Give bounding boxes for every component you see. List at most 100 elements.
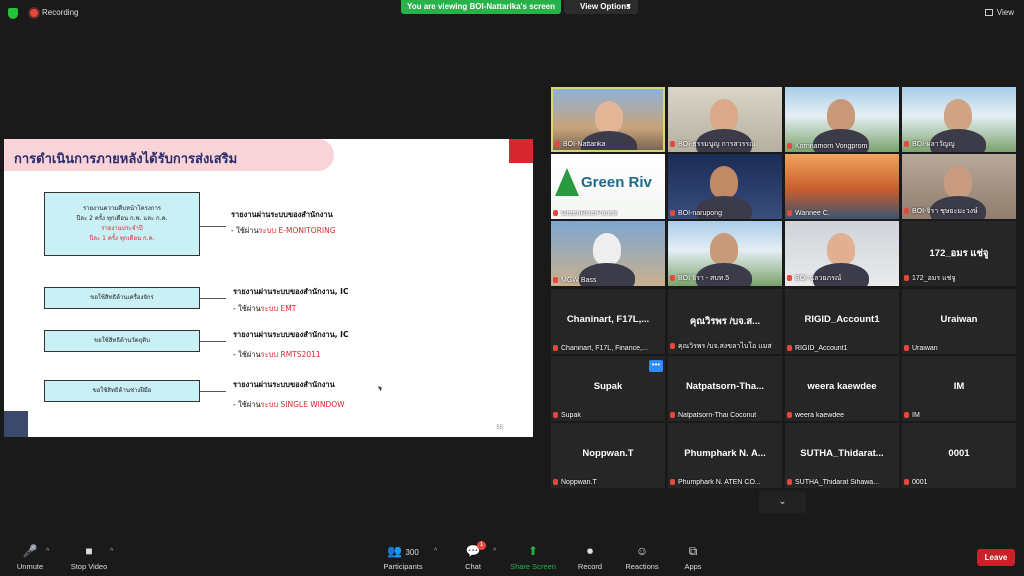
participant-name: Supak <box>561 412 581 419</box>
meeting-toolbar: 🎤 Unmute ^ ■ Stop Video ^ 👥 300 Participant… <box>0 538 1024 576</box>
record-button[interactable]: ⏺ Record <box>560 544 620 571</box>
participant-name: Kornnamorn Vongprom <box>795 143 868 150</box>
participant-tile[interactable]: Phumphark N. A... Phumphark N. ATEN CO... <box>668 423 782 488</box>
participant-tile[interactable]: Natpatsorn-Tha... Natpatsorn-Thai Coconut <box>668 356 782 421</box>
participant-caption: Supak <box>553 412 581 419</box>
slide-box-progress-report: รายงานความคืบหน้าโครงการ ปีละ 2 ครั้ง ทุ… <box>44 192 200 256</box>
video-options-caret-icon[interactable]: ^ <box>110 548 113 555</box>
chat-label: Chat <box>465 562 481 571</box>
r3-sub-prefix: - ใช้ผ่าน <box>233 350 261 359</box>
participants-button[interactable]: 👥 300 Participants <box>373 544 433 571</box>
audio-options-caret-icon[interactable]: ^ <box>46 548 49 555</box>
r1-sub-system: ระบบ E-MONITORING <box>258 226 336 235</box>
microphone-muted-icon <box>553 479 558 485</box>
participant-name: BOI-narupong <box>678 210 722 217</box>
microphone-muted-icon <box>904 345 909 351</box>
participant-tile[interactable]: คุณวิรพร /บจ.ส... คุณวิรพร /บจ.สงขลาไบโอ … <box>668 289 782 354</box>
recording-icon <box>30 9 38 17</box>
participant-name-display: RIGID_Account1 <box>804 314 880 325</box>
view-options-button[interactable]: View Options ▼ <box>564 0 638 14</box>
participant-face <box>710 99 738 131</box>
participant-caption: BOI-ผลาวัญญู <box>904 139 955 150</box>
video-tile[interactable]: BOI-ผลาวัญญู <box>902 87 1016 152</box>
microphone-muted-icon <box>553 277 558 283</box>
apps-icon: ⧉ <box>688 544 698 558</box>
chat-badge: 1 <box>477 541 486 550</box>
participant-name: 172_อมร แช่จู <box>912 275 956 282</box>
participant-name: Phumphark N. ATEN CO... <box>678 479 761 486</box>
participant-face <box>710 233 738 265</box>
participant-caption: Natpatsorn-Thai Coconut <box>670 412 756 419</box>
reactions-label: Reactions <box>625 562 659 571</box>
participant-tile[interactable]: weera kaewdee weera kaewdee <box>785 356 899 421</box>
box3-label: ขอใช้สิทธิด้านวัตถุดิบ <box>94 337 150 344</box>
video-tile[interactable]: BOI-Nattarika <box>551 87 665 152</box>
r2-sub-system: ระบบ EMT <box>260 304 297 313</box>
tile-more-options-button[interactable]: ••• <box>649 360 663 372</box>
participant-tile[interactable]: SUTHA_Thidarat... SUTHA_Thidarat Sihawa..… <box>785 423 899 488</box>
connector-line <box>200 391 226 392</box>
video-tile[interactable]: BOI-ธรรมนูญ การสวรรณ <box>668 87 782 152</box>
security-shield-icon[interactable] <box>8 8 18 19</box>
video-tile[interactable]: 172_อมร แช่จู 172_อมร แช่จู <box>902 221 1016 286</box>
participant-face <box>944 166 972 198</box>
r4-sub-prefix: - ใช้ผ่าน <box>233 400 261 409</box>
apps-button[interactable]: ⧉ Apps <box>663 544 723 571</box>
participant-tile[interactable]: RIGID_Account1 RIGID_Account1 <box>785 289 899 354</box>
r1-sub-prefix: - ใช้ผ่าน <box>231 226 259 235</box>
microphone-muted-icon <box>670 141 675 147</box>
participant-tile[interactable]: IM IM <box>902 356 1016 421</box>
participant-tile[interactable]: Noppwan.T Noppwan.T <box>551 423 665 488</box>
microphone-muted-icon <box>904 141 909 147</box>
video-tile[interactable]: Wannee C. <box>785 154 899 219</box>
participants-count: 300 <box>405 548 419 557</box>
participant-caption: Wannee C. <box>787 210 830 217</box>
participant-face <box>595 101 623 133</box>
participant-name-display: SUTHA_Thidarat... <box>800 448 884 459</box>
video-tile[interactable]: BOI-narupong <box>668 154 782 219</box>
green-river-logo: Green Riv <box>581 174 652 191</box>
participant-name-display: Uraiwan <box>940 314 978 325</box>
chat-caret-icon[interactable]: ^ <box>493 548 496 555</box>
participants-label: Participants <box>383 562 423 571</box>
participant-caption: Chaninart, F17L, Finance,... <box>553 345 648 352</box>
chevron-down-icon: ▼ <box>625 3 632 10</box>
participant-name: BOI-ฉลวยภรณ์ <box>795 275 842 282</box>
microphone-muted-icon <box>553 345 558 351</box>
video-tile[interactable]: BOI-จิรา ชุษยะมะวงษ์ <box>902 154 1016 219</box>
participant-tile[interactable]: Supak Supak <box>551 356 665 421</box>
slide-box-machinery: ขอใช้สิทธิด้านเครื่องจักร <box>44 287 200 309</box>
participant-tile[interactable]: Chaninart, F17L,... Chaninart, F17L, Fina… <box>551 289 665 354</box>
apps-label: Apps <box>684 562 702 571</box>
top-bar: Recording You are viewing BOI-Nattarika'… <box>0 0 1024 26</box>
slide-title: การดำเนินการภายหลังได้รับการส่งเสริม <box>14 152 238 167</box>
participant-name: คุณวิรพร /บจ.สงขลาไบโอ แมส <box>678 343 772 350</box>
leave-button[interactable]: Leave <box>977 549 1015 566</box>
video-tile[interactable]: Kornnamorn Vongprom <box>785 87 899 152</box>
box1-line3: รายงานประจำปี <box>101 225 143 232</box>
r1-sub: - ใช้ผ่านระบบ E-MONITORING <box>231 225 336 237</box>
video-tile[interactable]: MGW Bass <box>551 221 665 286</box>
connector-line <box>200 341 226 342</box>
participant-caption: BOI จิรา - สบท.5 <box>670 273 729 284</box>
video-tile[interactable]: BOI-ฉลวยภรณ์ <box>785 221 899 286</box>
gallery-next-page-button[interactable]: ⌄ <box>759 491 806 513</box>
participant-tile[interactable]: 0001 0001 <box>902 423 1016 488</box>
r2-title: รายงานผ่านระบบของสำนักงาน, IC <box>233 287 349 296</box>
video-tile[interactable]: Green Riv GreenRiverPanels <box>551 154 665 219</box>
microphone-muted-icon <box>787 275 792 281</box>
video-tile[interactable]: BOI จิรา - สบท.5 <box>668 221 782 286</box>
participant-caption: BOI-narupong <box>670 210 722 217</box>
participants-caret-icon[interactable]: ^ <box>434 548 437 555</box>
unmute-label: Unmute <box>16 562 44 571</box>
microphone-muted-icon <box>670 479 675 485</box>
view-button[interactable]: View <box>984 8 1014 17</box>
unmute-button[interactable]: 🎤 Unmute <box>0 544 60 571</box>
participant-name: Uraiwan <box>912 345 938 352</box>
participant-caption: Noppwan.T <box>553 479 597 486</box>
share-screen-button[interactable]: ⬆ Share Screen <box>503 544 563 571</box>
tree-logo-icon <box>555 168 579 196</box>
microphone-muted-icon <box>787 210 792 216</box>
mouse-cursor-icon <box>377 384 384 392</box>
participant-tile[interactable]: Uraiwan Uraiwan <box>902 289 1016 354</box>
